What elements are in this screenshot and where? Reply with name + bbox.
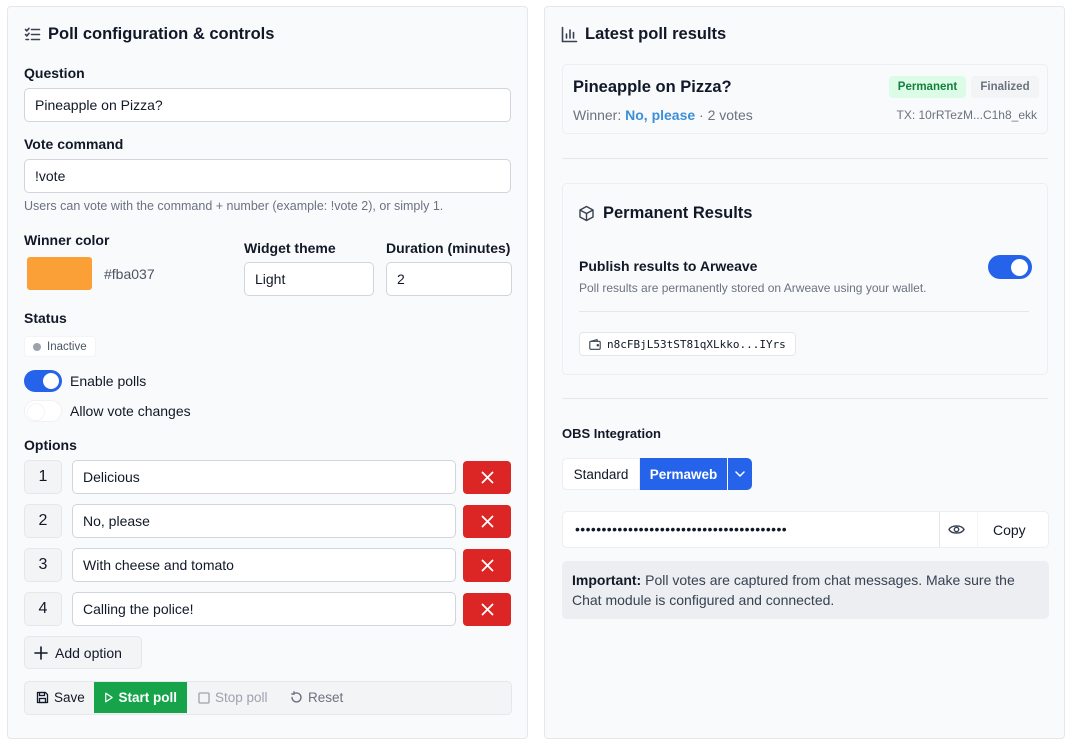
start-poll-button[interactable]: Start poll [94, 682, 187, 713]
publish-help: Poll results are permanently stored on A… [579, 281, 927, 295]
divider [562, 398, 1048, 399]
divider [562, 158, 1048, 159]
obs-integration-label: OBS Integration [562, 426, 661, 441]
field-divider [939, 512, 940, 547]
poll-results-panel: Latest poll results Pineapple on Pizza? … [544, 6, 1065, 739]
tab-permaweb[interactable]: Permaweb [640, 458, 727, 490]
permanent-results-title: Permanent Results [603, 204, 753, 222]
winner-color-value: #fba037 [104, 266, 155, 282]
delete-option-button[interactable] [463, 505, 511, 538]
wallet-icon [589, 338, 601, 350]
copy-button[interactable]: Copy [993, 522, 1026, 538]
stop-poll-label: Stop poll [215, 690, 268, 705]
plus-icon [34, 645, 48, 660]
start-poll-label: Start poll [118, 690, 177, 705]
vote-command-input[interactable]: !vote [24, 159, 511, 193]
winner-line: Winner: No, please · 2 votes [573, 107, 753, 123]
wallet-address: n8cFBjL53tST81qXLkko...IYrs [607, 337, 786, 351]
save-icon [36, 691, 49, 704]
add-option-label: Add option [55, 644, 122, 661]
option-number: 2 [24, 504, 62, 538]
divider [579, 311, 1029, 312]
panel-title: Latest poll results [585, 25, 727, 43]
reset-button[interactable]: Reset [280, 682, 353, 713]
obs-url-field: ••••••••••••••••••••••••••••••••••••••••… [562, 511, 1049, 548]
reset-icon [291, 691, 302, 703]
duration-input[interactable]: 2 [386, 262, 512, 296]
bar-chart-icon [561, 26, 578, 46]
important-notice: Important: Poll votes are captured from … [562, 561, 1049, 619]
widget-theme-select[interactable]: Light [244, 262, 374, 296]
box-icon [578, 205, 595, 225]
vote-command-label: Vote command [24, 136, 124, 152]
list-settings-icon [24, 26, 41, 46]
delete-option-button[interactable] [463, 549, 511, 582]
save-button[interactable]: Save [26, 682, 95, 713]
play-icon [105, 692, 113, 703]
chevron-down-icon [735, 471, 745, 477]
status-text: Inactive [47, 340, 87, 353]
winner-color-label: Winner color [24, 232, 110, 248]
status-badge: Inactive [24, 336, 96, 357]
close-icon [481, 603, 493, 616]
option-number: 4 [24, 592, 62, 626]
close-icon [481, 471, 493, 484]
obs-url-input[interactable]: •••••••••••••••••••••••••••••••••••••••• [575, 521, 935, 537]
close-icon [481, 515, 493, 528]
question-label: Question [24, 65, 85, 81]
panel-title: Poll configuration & controls [48, 25, 275, 43]
stop-poll-button[interactable]: Stop poll [188, 682, 278, 713]
options-label: Options [24, 437, 77, 453]
option-input[interactable]: Calling the police! [72, 592, 456, 626]
delete-option-button[interactable] [463, 593, 511, 626]
allow-vote-changes-toggle[interactable] [24, 400, 62, 422]
winner-color-swatch[interactable] [27, 257, 92, 290]
enable-polls-toggle[interactable] [24, 370, 62, 392]
status-label: Status [24, 310, 67, 326]
latest-result-card: Pineapple on Pizza? Permanent Finalized … [562, 64, 1048, 134]
notice-strong: Important: [572, 572, 642, 588]
poll-config-panel: Poll configuration & controls Question P… [7, 6, 528, 739]
result-question: Pineapple on Pizza? [573, 78, 732, 96]
publish-label: Publish results to Arweave [579, 258, 758, 274]
option-input[interactable]: With cheese and tomato [72, 548, 456, 582]
reset-label: Reset [308, 690, 344, 705]
vote-count: · 2 votes [699, 107, 753, 123]
tab-standard[interactable]: Standard [562, 458, 640, 490]
eye-icon[interactable] [948, 523, 965, 539]
save-label: Save [54, 690, 85, 705]
widget-theme-label: Widget theme [244, 240, 336, 256]
winner-prefix: Winner: [573, 107, 622, 123]
enable-polls-label: Enable polls [70, 373, 147, 389]
option-input[interactable]: No, please [72, 504, 456, 538]
option-input[interactable]: Delicious [72, 460, 456, 494]
permanent-badge: Permanent [889, 76, 966, 98]
allow-vote-changes-label: Allow vote changes [70, 403, 191, 419]
duration-label: Duration (minutes) [386, 240, 511, 256]
permanent-results-card: Permanent Results Publish results to Arw… [562, 183, 1048, 375]
transaction-id: TX: 10rRTezM...C1h8_ekk [896, 108, 1037, 122]
question-input[interactable]: Pineapple on Pizza? [24, 88, 511, 122]
close-icon [481, 559, 493, 572]
permaweb-dropdown-button[interactable] [728, 458, 752, 490]
vote-command-help: Users can vote with the command + number… [24, 199, 444, 213]
add-option-button[interactable]: Add option [24, 636, 142, 669]
publish-arweave-toggle[interactable] [988, 255, 1032, 279]
delete-option-button[interactable] [463, 461, 511, 494]
option-number: 3 [24, 548, 62, 582]
wallet-address-chip[interactable]: n8cFBjL53tST81qXLkko...IYrs [579, 332, 796, 356]
stop-icon [198, 691, 210, 704]
winner-name: No, please [625, 107, 696, 123]
field-divider [977, 512, 978, 547]
status-dot-icon [33, 342, 41, 351]
finalized-badge: Finalized [971, 76, 1039, 98]
option-number: 1 [24, 460, 62, 494]
